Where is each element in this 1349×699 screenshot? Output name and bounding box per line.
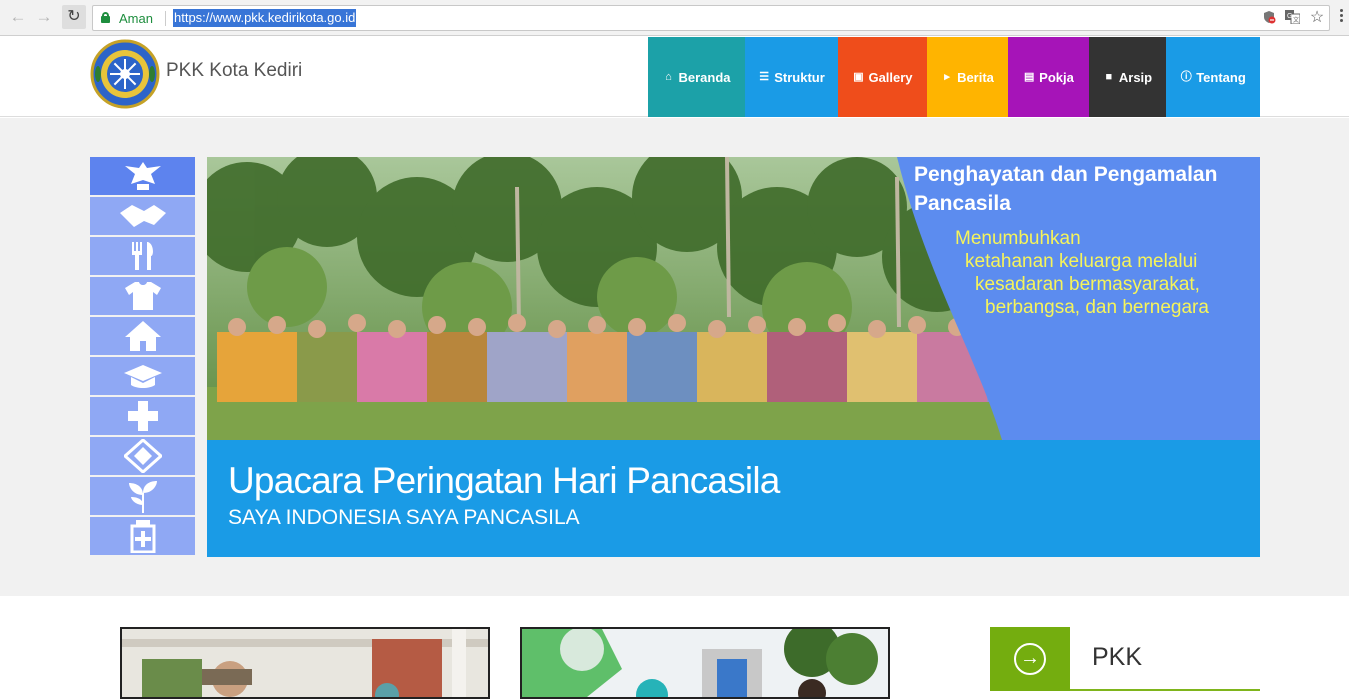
info-icon: ⓘ [1180,71,1192,83]
menu-label: Pokja [1039,69,1074,85]
menu-item-berita[interactable]: ▸ Berita [927,37,1008,117]
secure-label: Aman [119,11,153,26]
menu-label: Struktur [774,69,825,85]
graduation-cap-icon[interactable] [90,357,195,395]
svg-text:G: G [1287,13,1292,20]
translate-icon[interactable]: G文 [1284,10,1300,26]
news-card-thumbnail[interactable] [520,627,890,699]
slide-subtext-line: ketahanan keluarga melalui [965,251,1198,272]
back-icon[interactable]: ← [7,6,29,28]
program-icon-list [90,157,195,557]
health-cross-icon[interactable] [90,397,195,435]
image-icon: ▣ [853,71,864,83]
arrow-circle-right-icon[interactable]: → [1014,643,1046,675]
menu-item-gallery[interactable]: ▣ Gallery [838,37,927,117]
cooperative-icon[interactable] [90,437,195,475]
menu-label: Gallery [868,69,913,85]
pkk-logo[interactable] [90,39,160,109]
forward-icon[interactable]: → [33,6,55,28]
handshake-icon[interactable] [90,197,195,235]
food-icon[interactable] [90,237,195,275]
block-icon[interactable] [1261,10,1277,26]
menu-item-struktur[interactable]: ☰ Struktur [745,37,838,117]
document-icon: ▤ [1023,71,1035,83]
menu-label: Tentang [1196,69,1246,85]
reload-icon[interactable]: ↻ [62,5,86,29]
divider [165,11,166,26]
slide-subtext-line: berbangsa, dan bernegara [985,297,1209,318]
slide-subtext-line: Menumbuhkan [955,228,1081,249]
menu-item-pokja[interactable]: ▤ Pokja [1008,37,1089,117]
menu-label: Arsip [1118,69,1153,85]
slide-heading: Penghayatan dan Pengamalan Pancasila [914,163,1218,215]
pkk-section-header[interactable]: → PKK [990,627,1260,691]
garuda-icon[interactable] [90,157,195,195]
hero-section: Penghayatan dan Pengamalan Pancasila Men… [0,118,1349,596]
slide-subtext-line: kesadaran bermasyarakat, [975,274,1200,295]
menu-icon[interactable] [1340,9,1344,25]
svg-text:文: 文 [1293,16,1299,24]
caption-subtitle: SAYA INDONESIA SAYA PANCASILA [228,506,580,529]
caption-title: Upacara Peringatan Hari Pancasila [228,460,780,501]
site-header: PKK Kota Kediri ⌂ Beranda ☰ Struktur ▣ Gall… [0,37,1349,117]
slide-subtext: Menumbuhkan ketahanan keluarga melalui k… [955,227,1255,319]
menu-label: Beranda [678,69,731,85]
shirt-icon[interactable] [90,277,195,315]
menu-label: Berita [957,69,994,85]
home-icon: ⌂ [665,71,672,83]
main-menu: ⌂ Beranda ☰ Struktur ▣ Gallery ▸ Berita ▤ Pok… [648,37,1260,117]
pkk-icon-box: → [990,627,1070,691]
browser-toolbar: ← → ↻ Aman https://www.pkk.kedirikota.go… [0,0,1349,36]
star-icon[interactable]: ☆ [1309,10,1325,26]
list-icon: ☰ [759,71,770,83]
news-card-thumbnail[interactable] [120,627,490,699]
book-icon: ■ [1105,71,1113,83]
site-title[interactable]: PKK Kota Kediri [166,60,302,82]
pkk-section-title: PKK [1092,643,1143,671]
address-bar[interactable]: Aman https://www.pkk.kedirikota.go.id G文… [92,5,1330,31]
menu-item-tentang[interactable]: ⓘ Tentang [1166,37,1260,117]
medicine-icon[interactable] [90,517,195,555]
menu-item-beranda[interactable]: ⌂ Beranda [648,37,745,117]
lock-icon [101,12,110,23]
house-icon[interactable] [90,317,195,355]
hero-slider[interactable]: Penghayatan dan Pengamalan Pancasila Men… [207,157,1260,557]
url-text[interactable]: https://www.pkk.kedirikota.go.id [173,9,357,27]
menu-item-arsip[interactable]: ■ Arsip [1089,37,1166,117]
slide-caption: Upacara Peringatan Hari Pancasila SAYA I… [207,440,1260,557]
plant-icon[interactable] [90,477,195,515]
megaphone-icon: ▸ [944,71,950,83]
